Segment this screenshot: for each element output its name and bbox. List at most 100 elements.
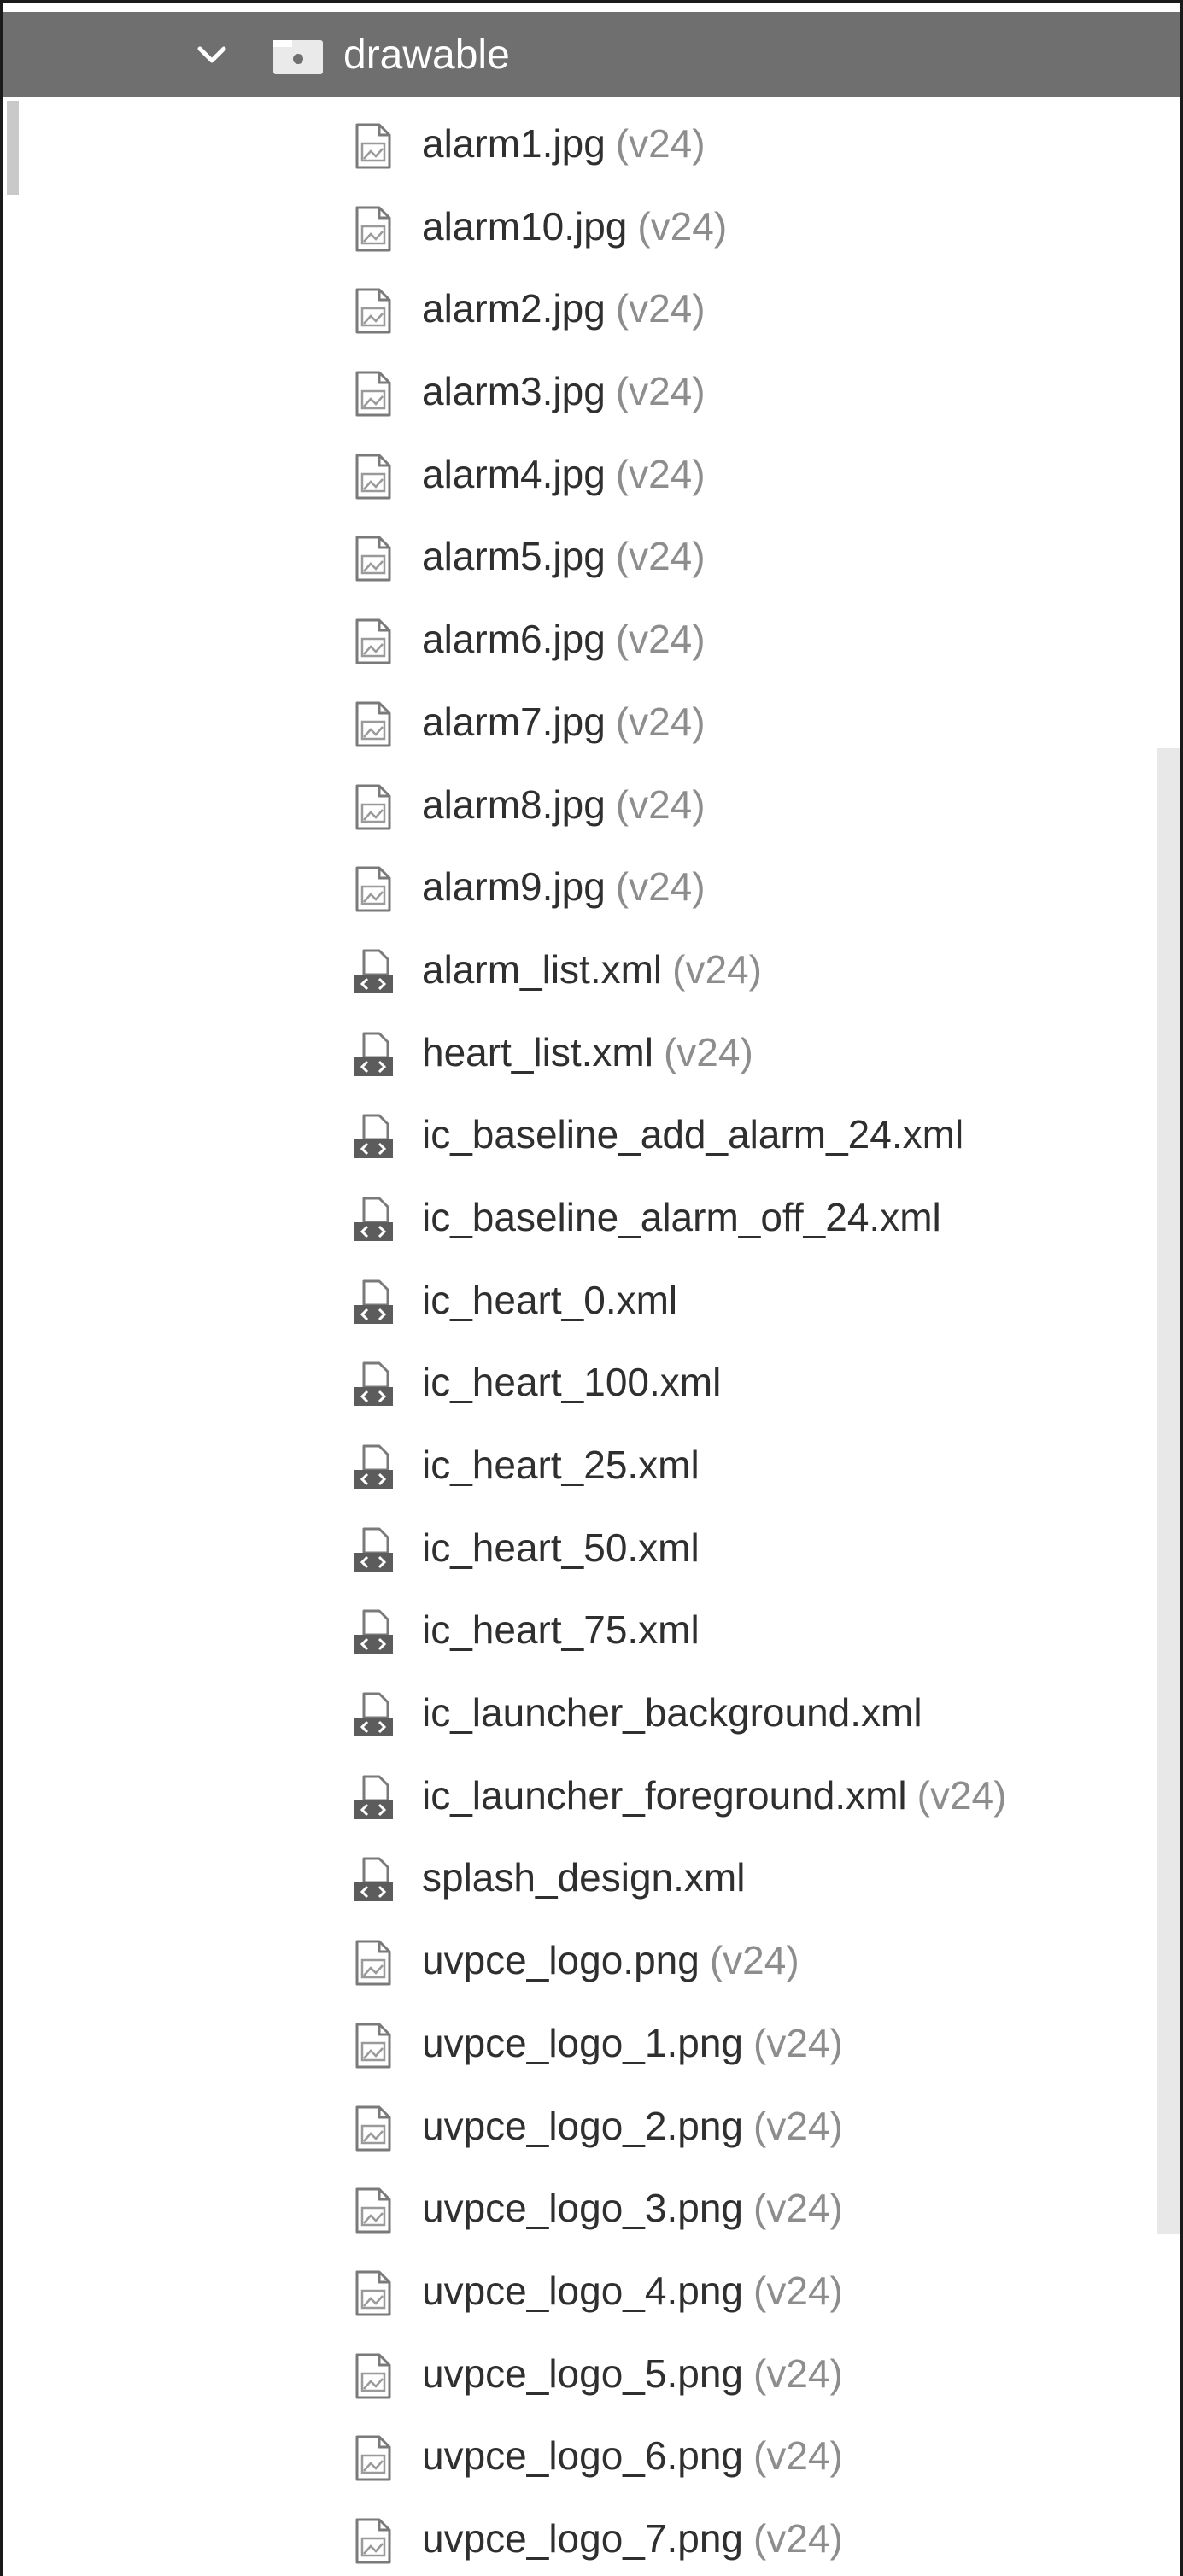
file-row[interactable]: alarm6.jpg (v24)	[3, 600, 1180, 682]
file-name: alarm5.jpg	[422, 534, 606, 579]
file-row[interactable]: alarm3.jpg (v24)	[3, 352, 1180, 435]
file-label: alarm7.jpg (v24)	[422, 698, 706, 746]
file-row[interactable]: uvpce_logo_1.png (v24)	[3, 2004, 1180, 2087]
file-label: uvpce_logo_6.png (v24)	[422, 2432, 843, 2479]
file-label: uvpce_logo_5.png (v24)	[422, 2350, 843, 2397]
file-qualifier: (v24)	[615, 534, 706, 579]
file-qualifier: (v24)	[709, 1938, 799, 1983]
file-name: ic_heart_100.xml	[422, 1360, 722, 1405]
file-name: uvpce_logo_2.png	[422, 2103, 743, 2148]
file-name: alarm3.jpg	[422, 369, 606, 414]
file-label: ic_heart_0.xml	[422, 1276, 677, 1324]
file-qualifier: (v24)	[615, 864, 706, 910]
folder-icon	[273, 40, 323, 74]
file-row[interactable]: ic_launcher_background.xml	[3, 1673, 1180, 1756]
file-label: alarm3.jpg (v24)	[422, 367, 706, 415]
file-qualifier: (v24)	[753, 2515, 843, 2561]
folder-label: drawable	[343, 32, 510, 78]
folder-row-drawable[interactable]: drawable	[3, 12, 1180, 97]
image-file-icon	[355, 2023, 391, 2069]
file-row[interactable]: ic_heart_100.xml	[3, 1343, 1180, 1426]
file-row[interactable]: uvpce_logo.png (v24)	[3, 1921, 1180, 2004]
file-row[interactable]: ic_baseline_add_alarm_24.xml	[3, 1095, 1180, 1178]
file-qualifier: (v24)	[672, 946, 762, 992]
file-row[interactable]: alarm_list.xml (v24)	[3, 930, 1180, 1013]
file-name: alarm1.jpg	[422, 121, 606, 166]
file-row[interactable]: uvpce_logo_5.png (v24)	[3, 2334, 1180, 2417]
file-row[interactable]: uvpce_logo_2.png (v24)	[3, 2087, 1180, 2169]
file-row[interactable]: ic_heart_50.xml	[3, 1508, 1180, 1591]
image-file-icon	[355, 1940, 391, 1986]
chevron-down-icon[interactable]	[193, 36, 231, 73]
file-label: uvpce_logo_1.png (v24)	[422, 2019, 843, 2067]
file-label: alarm10.jpg (v24)	[422, 202, 727, 250]
file-row[interactable]: splash_design.xml	[3, 1838, 1180, 1921]
file-name: ic_launcher_background.xml	[422, 1690, 922, 1736]
file-row[interactable]: alarm9.jpg (v24)	[3, 847, 1180, 930]
image-file-icon	[355, 288, 391, 334]
file-name: alarm7.jpg	[422, 699, 606, 744]
file-qualifier: (v24)	[917, 1772, 1007, 1818]
file-label: uvpce_logo_2.png (v24)	[422, 2102, 843, 2150]
image-file-icon	[355, 784, 391, 829]
file-qualifier: (v24)	[753, 2103, 843, 2148]
image-file-icon	[355, 2187, 391, 2234]
file-row[interactable]: alarm4.jpg (v24)	[3, 435, 1180, 518]
file-label: uvpce_logo_3.png (v24)	[422, 2184, 843, 2232]
file-label: ic_baseline_add_alarm_24.xml	[422, 1110, 963, 1158]
image-file-icon	[355, 2518, 391, 2564]
file-label: ic_baseline_alarm_off_24.xml	[422, 1193, 941, 1241]
file-name: ic_baseline_alarm_off_24.xml	[422, 1194, 941, 1239]
file-row[interactable]: ic_heart_75.xml	[3, 1590, 1180, 1673]
file-qualifier: (v24)	[615, 286, 706, 331]
file-row[interactable]: ic_launcher_foreground.xml (v24)	[3, 1756, 1180, 1839]
file-name: uvpce_logo_4.png	[422, 2268, 743, 2313]
file-name: ic_baseline_add_alarm_24.xml	[422, 1112, 964, 1157]
file-qualifier: (v24)	[753, 2186, 843, 2231]
file-row[interactable]: ic_baseline_alarm_off_24.xml	[3, 1178, 1180, 1261]
file-name: alarm8.jpg	[422, 782, 606, 827]
file-label: heart_list.xml (v24)	[422, 1028, 753, 1076]
file-list: alarm1.jpg (v24) alarm10.jpg (v24) alarm2.…	[3, 104, 1180, 2576]
file-row[interactable]: alarm10.jpg (v24)	[3, 187, 1180, 270]
image-file-icon	[355, 454, 391, 500]
file-label: alarm6.jpg (v24)	[422, 615, 706, 663]
file-row[interactable]: alarm7.jpg (v24)	[3, 682, 1180, 765]
file-label: uvpce_logo_4.png (v24)	[422, 2267, 843, 2315]
file-label: ic_heart_50.xml	[422, 1524, 700, 1572]
file-name: alarm2.jpg	[422, 286, 606, 331]
xml-file-icon	[354, 1692, 393, 1737]
file-row[interactable]: alarm1.jpg (v24)	[3, 104, 1180, 187]
file-row[interactable]: alarm2.jpg (v24)	[3, 269, 1180, 352]
file-name: uvpce_logo_3.png	[422, 2186, 743, 2231]
xml-file-icon	[354, 1857, 393, 1902]
image-file-icon	[355, 536, 391, 582]
image-file-icon	[355, 206, 391, 252]
file-label: alarm1.jpg (v24)	[422, 120, 706, 167]
file-qualifier: (v24)	[615, 617, 706, 662]
file-row[interactable]: ic_heart_25.xml	[3, 1426, 1180, 1508]
file-row[interactable]: uvpce_logo_4.png (v24)	[3, 2251, 1180, 2334]
file-name: alarm4.jpg	[422, 451, 606, 496]
image-file-icon	[355, 618, 391, 664]
file-row[interactable]: heart_list.xml (v24)	[3, 1013, 1180, 1096]
file-row[interactable]: ic_heart_0.xml	[3, 1261, 1180, 1344]
file-name: uvpce_logo_7.png	[422, 2515, 743, 2561]
project-tree-panel: drawable alarm1.jpg (v24) alarm10.jpg (v24…	[0, 0, 1183, 2576]
file-label: alarm4.jpg (v24)	[422, 450, 706, 498]
file-name: uvpce_logo.png	[422, 1938, 700, 1983]
file-row[interactable]: alarm8.jpg (v24)	[3, 765, 1180, 848]
image-file-icon	[355, 866, 391, 912]
file-name: ic_heart_25.xml	[422, 1443, 700, 1487]
file-qualifier: (v24)	[753, 2268, 843, 2313]
file-qualifier: (v24)	[663, 1029, 753, 1074]
file-row[interactable]: uvpce_logo_6.png (v24)	[3, 2416, 1180, 2499]
xml-file-icon	[354, 1279, 393, 1324]
file-row[interactable]: uvpce_logo_3.png (v24)	[3, 2169, 1180, 2251]
file-row[interactable]: uvpce_logo_7.png (v24)	[3, 2499, 1180, 2576]
file-label: ic_heart_25.xml	[422, 1441, 700, 1489]
file-name: heart_list.xml	[422, 1029, 653, 1074]
image-file-icon	[355, 2105, 391, 2151]
file-row[interactable]: alarm5.jpg (v24)	[3, 517, 1180, 600]
xml-file-icon	[354, 1527, 393, 1572]
